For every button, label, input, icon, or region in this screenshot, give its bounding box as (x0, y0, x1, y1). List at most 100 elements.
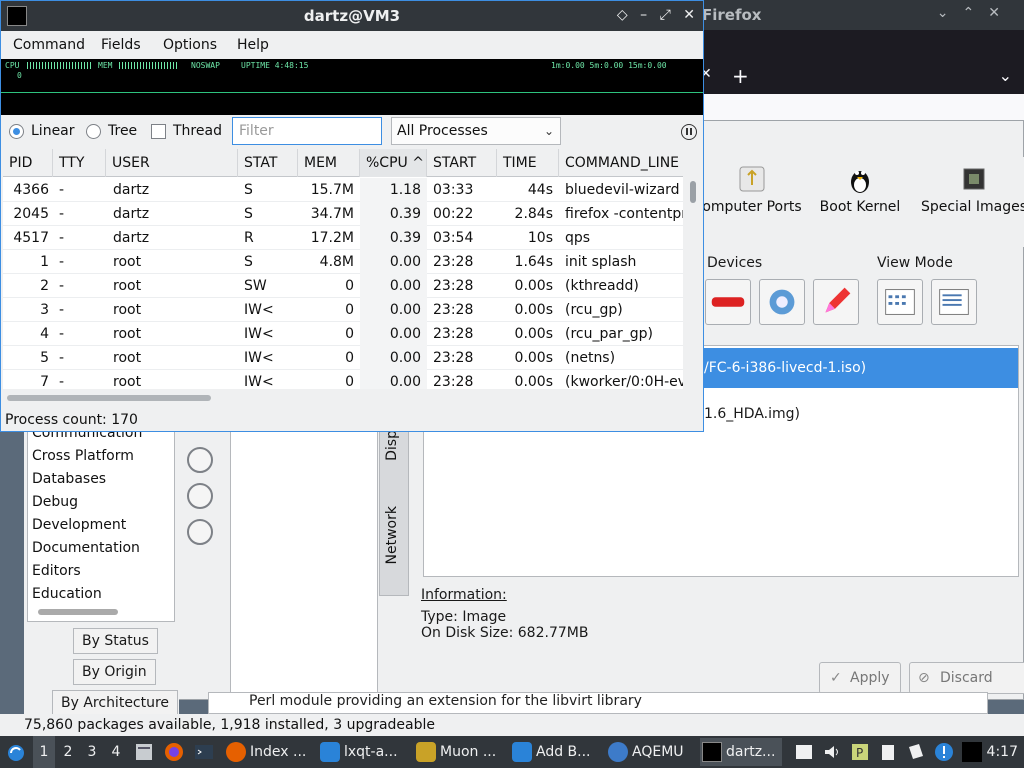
category-item[interactable]: Documentation (32, 540, 140, 556)
apply-button[interactable]: Apply (819, 662, 901, 694)
category-item[interactable]: Cross Platform (32, 448, 134, 464)
chevron-down-icon: ⌄ (543, 124, 554, 138)
task-label: Muon ... (440, 744, 497, 760)
task-lxqt[interactable]: lxqt-a... (318, 738, 410, 766)
edit-device-button[interactable] (813, 279, 859, 325)
menu-fields[interactable]: Fields (101, 37, 141, 53)
column-cpu[interactable]: %CPU ^ (360, 149, 427, 177)
maximize-icon[interactable]: ⤢ (660, 7, 671, 23)
list-view-button[interactable] (931, 279, 977, 325)
category-item[interactable]: Development (32, 517, 126, 533)
firefox-icon[interactable] (164, 742, 184, 762)
boot-kernel-button[interactable]: Boot Kernel (815, 157, 905, 215)
menu-command[interactable]: Command (13, 37, 85, 53)
volume-icon[interactable] (822, 742, 842, 762)
clipboard-icon[interactable] (878, 742, 898, 762)
tree-radio[interactable] (86, 124, 101, 139)
clock[interactable]: 4:17 (987, 736, 1018, 768)
table-cell-pid: 4 (40, 326, 49, 342)
column-stat[interactable]: STAT (238, 149, 298, 177)
column-start[interactable]: START (427, 149, 497, 177)
thread-label[interactable]: Thread (173, 123, 222, 139)
tab-by-status[interactable]: By Status (73, 628, 158, 654)
lxqt-menu-icon[interactable] (6, 744, 26, 762)
table-row[interactable]: 1- root S 4.8M 0.00 23:28 1.64s init splash (3, 250, 683, 274)
desktop-2[interactable]: 2 (57, 736, 79, 768)
desktop-3[interactable]: 3 (81, 736, 103, 768)
task-aqemu[interactable]: AQEMU (606, 738, 698, 766)
minimize-icon[interactable]: – (640, 7, 647, 23)
file-manager-icon[interactable] (134, 742, 154, 762)
keep-above-icon[interactable]: ◇ (617, 7, 628, 23)
show-desktop-icon[interactable] (794, 742, 814, 762)
pause-vm-icon[interactable] (187, 447, 213, 473)
category-item[interactable]: Editors (32, 563, 81, 579)
task-bluetooth[interactable]: Add B... (510, 738, 602, 766)
column-user[interactable]: USER (106, 149, 238, 177)
terminal-icon[interactable] (194, 742, 214, 762)
task-muon[interactable]: Muon ... (414, 738, 506, 766)
remove-device-button[interactable] (705, 279, 751, 325)
close-icon[interactable]: ✕ (683, 7, 695, 23)
linear-label[interactable]: Linear (31, 123, 75, 139)
desktop-1[interactable]: 1 (33, 736, 55, 768)
category-item[interactable]: Databases (32, 471, 106, 487)
column-command-line[interactable]: COMMAND_LINE (559, 149, 683, 177)
vertical-scrollbar[interactable] (690, 181, 696, 203)
table-row[interactable]: 5- root IW< 0 0.00 23:28 0.00s (netns) (3, 346, 683, 370)
table-cell-user: root (113, 326, 142, 342)
process-filter-select[interactable]: All Processes ⌄ (391, 117, 561, 145)
process-filter-value: All Processes (397, 123, 488, 139)
table-row[interactable]: 4366- dartz S 15.7M 1.18 03:33 44s bluedevil-wi… (3, 178, 683, 202)
firefox-window-buttons[interactable]: ⌄⌃✕ (937, 5, 1014, 21)
column-pid[interactable]: PID (3, 149, 53, 177)
table-cell-mem: 0 (345, 326, 354, 342)
qps-tray-icon[interactable] (962, 742, 982, 762)
filter-input[interactable] (232, 117, 382, 145)
table-row[interactable]: 7- root IW< 0 0.00 23:28 0.00s (kworker/0:0H-ev… (3, 370, 683, 389)
tab-by-origin[interactable]: By Origin (73, 659, 156, 685)
task-label: Index ... (250, 744, 307, 760)
device-settings-button[interactable] (759, 279, 805, 325)
table-cell-mem: 15.7M (310, 182, 354, 198)
column-mem[interactable]: MEM (298, 149, 360, 177)
linear-radio[interactable] (9, 124, 24, 139)
tab-by-architecture[interactable]: By Architecture (52, 690, 179, 716)
category-item[interactable]: Education (32, 586, 102, 602)
chip-icon (963, 168, 985, 190)
column-time[interactable]: TIME (497, 149, 559, 177)
column-tty[interactable]: TTY (53, 149, 106, 177)
category-item[interactable]: Debug (32, 494, 78, 510)
notification-icon[interactable] (934, 742, 954, 762)
table-cell-commandline: (netns) (565, 350, 616, 366)
category-scrollbar[interactable] (38, 609, 118, 615)
category-list: Communication Cross Platform Databases D… (27, 422, 175, 622)
notes-icon[interactable] (906, 742, 926, 762)
tab-display[interactable]: Disp (384, 430, 400, 461)
tab-network[interactable]: Network (384, 506, 400, 564)
task-qps[interactable]: dartz... (700, 738, 782, 766)
computer-ports-button[interactable]: omputer Ports (697, 157, 807, 215)
list-tabs-icon[interactable]: ⌄ (999, 66, 1012, 85)
discard-changes-button[interactable]: Discard Chan (909, 662, 1024, 716)
menu-help[interactable]: Help (237, 37, 269, 53)
stop-vm-icon[interactable] (187, 483, 213, 509)
special-images-button[interactable]: Special Images (919, 157, 1024, 215)
horizontal-scrollbar[interactable] (7, 395, 211, 401)
reset-vm-icon[interactable] (187, 519, 213, 545)
package-updates-icon[interactable]: P (850, 742, 870, 762)
table-row[interactable]: 2045- dartz S 34.7M 0.39 00:22 2.84s firefox -c… (3, 202, 683, 226)
thread-checkbox[interactable] (151, 124, 166, 139)
icon-view-button[interactable] (877, 279, 923, 325)
table-row[interactable]: 4517- dartz R 17.2M 0.39 03:54 10s qps (3, 226, 683, 250)
task-index[interactable]: Index ... (224, 738, 316, 766)
menu-options[interactable]: Options (163, 37, 217, 53)
pause-icon[interactable] (681, 124, 697, 140)
table-row[interactable]: 2- root SW 0 0.00 23:28 0.00s (kthreadd) (3, 274, 683, 298)
new-tab-icon[interactable]: + (732, 64, 749, 88)
table-row[interactable]: 3- root IW< 0 0.00 23:28 0.00s (rcu_gp) (3, 298, 683, 322)
table-row[interactable]: 4- root IW< 0 0.00 23:28 0.00s (rcu_par_gp) (3, 322, 683, 346)
desktop-4[interactable]: 4 (105, 736, 127, 768)
tree-label[interactable]: Tree (108, 123, 137, 139)
table-cell-mem: 4.8M (319, 254, 354, 270)
